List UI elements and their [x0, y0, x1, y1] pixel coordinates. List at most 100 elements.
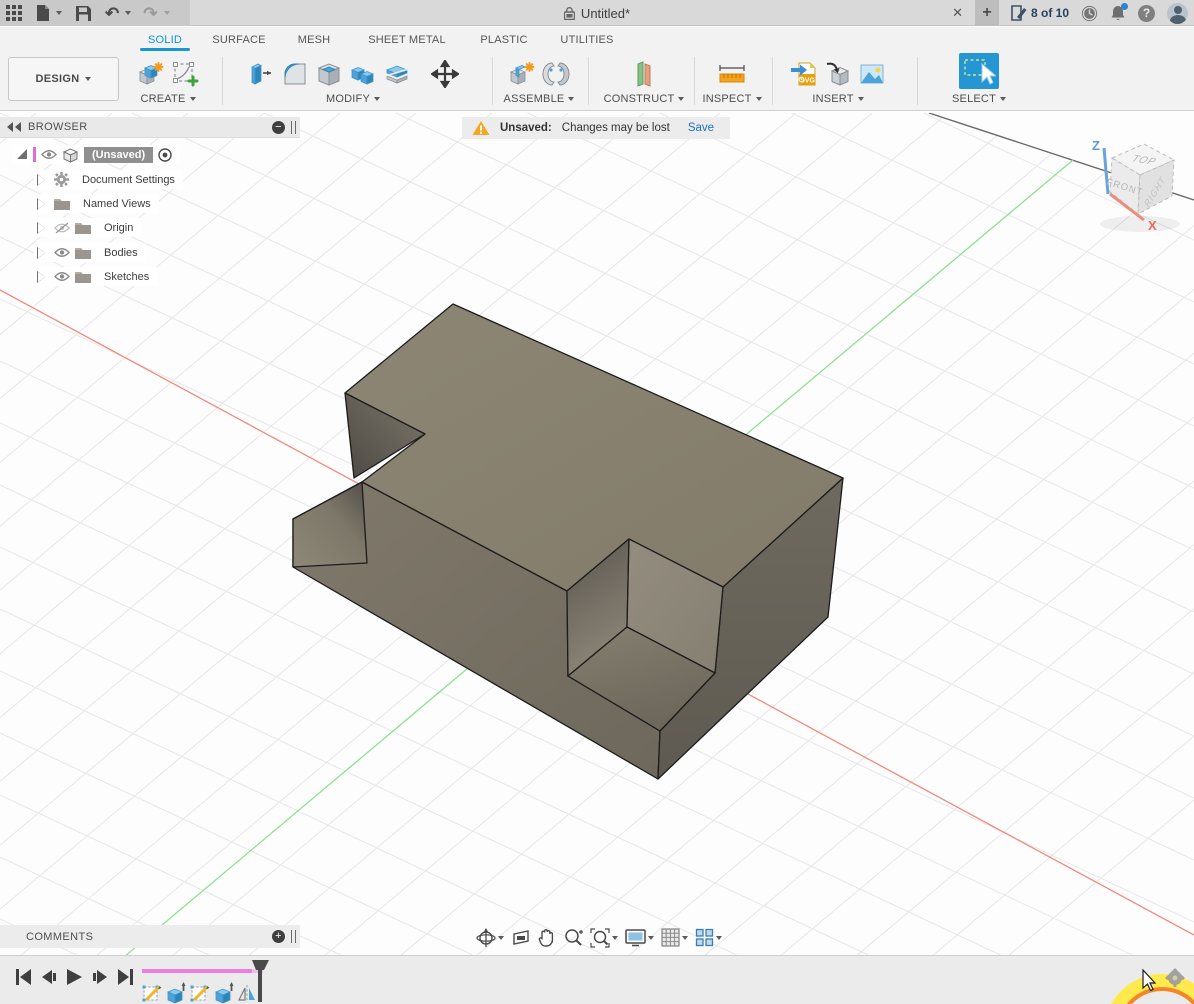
- fillet-icon[interactable]: [280, 59, 310, 89]
- browser-item-origin[interactable]: Origin: [34, 218, 141, 237]
- skip-to-start-icon[interactable]: [16, 969, 31, 985]
- collapse-panel-icon[interactable]: [6, 122, 22, 132]
- press-pull-icon[interactable]: [246, 59, 276, 89]
- app-grid-icon[interactable]: [6, 2, 22, 24]
- look-at-tool[interactable]: [511, 929, 531, 947]
- browser-item-document-settings[interactable]: Document Settings: [34, 170, 183, 189]
- insert-derive-icon[interactable]: [823, 59, 853, 89]
- fusion360-window: TOP FRONT RIGHT Z X ↶ ↷ Untitled*: [0, 0, 1194, 1004]
- grid-settings[interactable]: [661, 928, 688, 947]
- select-tool-button[interactable]: [959, 53, 999, 89]
- new-body-icon[interactable]: [136, 59, 166, 89]
- 3d-body[interactable]: [293, 304, 843, 779]
- feature-extrude-icon[interactable]: [214, 981, 235, 1004]
- insert-svg-icon[interactable]: SVG: [789, 59, 819, 89]
- skip-to-end-icon[interactable]: [118, 969, 133, 985]
- construct-dropdown[interactable]: CONSTRUCT: [598, 93, 690, 105]
- help-icon[interactable]: ?: [1138, 5, 1155, 22]
- component-cube-icon: [62, 147, 79, 163]
- tab-utilities[interactable]: UTILITIES: [556, 29, 618, 50]
- browser-item-sketches[interactable]: Sketches: [34, 267, 157, 286]
- tab-surface[interactable]: SURFACE: [211, 29, 267, 50]
- timeline-position-marker[interactable]: [251, 959, 271, 1003]
- save-icon[interactable]: [76, 2, 91, 24]
- new-tab-button[interactable]: +: [975, 0, 999, 26]
- view-cube[interactable]: TOP FRONT RIGHT Z X: [1082, 132, 1194, 242]
- collapsed-triangle-icon[interactable]: [38, 175, 45, 185]
- 3d-viewport[interactable]: [0, 113, 1194, 1004]
- modify-dropdown[interactable]: MODIFY: [228, 93, 478, 105]
- tab-mesh[interactable]: MESH: [289, 29, 339, 50]
- create-dropdown[interactable]: CREATE: [128, 93, 208, 105]
- insert-dropdown[interactable]: INSERT: [782, 93, 894, 105]
- tab-plastic[interactable]: PLASTIC: [477, 29, 531, 50]
- step-forward-icon[interactable]: [93, 969, 107, 985]
- activate-radio-icon[interactable]: [158, 148, 172, 162]
- user-avatar[interactable]: [1167, 3, 1188, 24]
- browser-header[interactable]: BROWSER −: [0, 117, 300, 138]
- orbit-caret[interactable]: [498, 936, 504, 940]
- visibility-off-icon[interactable]: [54, 222, 70, 234]
- orbit-tool[interactable]: [476, 928, 504, 948]
- file-menu-caret[interactable]: [56, 11, 62, 15]
- insert-canvas-icon[interactable]: [857, 59, 887, 89]
- visibility-eye-icon[interactable]: [41, 149, 57, 160]
- add-comment-icon[interactable]: +: [272, 930, 285, 943]
- display-caret[interactable]: [648, 936, 654, 940]
- new-component-icon[interactable]: [507, 59, 537, 89]
- fit-caret[interactable]: [612, 936, 618, 940]
- pan-tool[interactable]: [538, 928, 556, 947]
- tab-solid[interactable]: SOLID: [138, 29, 192, 50]
- design-menu-button[interactable]: DESIGN: [8, 57, 119, 101]
- browser-item-named-views[interactable]: Named Views: [34, 194, 159, 213]
- viewports-caret[interactable]: [716, 936, 722, 940]
- comments-panel-header[interactable]: COMMENTS +: [0, 925, 300, 948]
- feature-sketch-icon[interactable]: [190, 981, 211, 1004]
- expand-triangle-icon[interactable]: [16, 149, 28, 160]
- close-tab-icon[interactable]: ✕: [952, 5, 963, 21]
- assemble-dropdown[interactable]: ASSEMBLE: [500, 93, 578, 105]
- browser-item-bodies[interactable]: Bodies: [34, 243, 146, 262]
- construct-plane-icon[interactable]: [629, 59, 659, 89]
- browser-root-row[interactable]: (Unsaved): [12, 145, 180, 164]
- viewports[interactable]: [695, 928, 722, 947]
- grid-caret[interactable]: [682, 936, 688, 940]
- notifications[interactable]: [1110, 5, 1126, 22]
- play-icon[interactable]: [67, 969, 82, 985]
- create-sketch-icon[interactable]: [170, 59, 200, 89]
- zoom-tool[interactable]: [563, 928, 583, 948]
- timeline-playback-controls: [16, 969, 133, 985]
- feature-extrude-icon[interactable]: [166, 981, 187, 1004]
- warning-message: Changes may be lost: [562, 122, 670, 134]
- select-dropdown[interactable]: SELECT: [945, 93, 1013, 105]
- browser-remove-icon[interactable]: −: [272, 121, 285, 134]
- file-menu-icon[interactable]: [36, 2, 50, 24]
- root-component-name[interactable]: (Unsaved): [84, 147, 153, 163]
- document-position[interactable]: 8 of 10: [1011, 5, 1069, 21]
- collapsed-triangle-icon[interactable]: [38, 199, 45, 209]
- undo-caret[interactable]: [125, 11, 131, 15]
- joint-icon[interactable]: [541, 59, 571, 89]
- combine-icon[interactable]: [348, 59, 378, 89]
- browser-resize-handle[interactable]: [291, 121, 296, 134]
- save-link[interactable]: Save: [688, 122, 714, 134]
- feature-sketch-icon[interactable]: [142, 981, 163, 1004]
- display-settings[interactable]: [625, 928, 654, 947]
- shell-icon[interactable]: [314, 59, 344, 89]
- step-back-icon[interactable]: [42, 969, 56, 985]
- comments-resize-handle[interactable]: [291, 930, 296, 943]
- visibility-eye-icon[interactable]: [54, 271, 70, 282]
- measure-icon[interactable]: [717, 59, 747, 89]
- collapsed-triangle-icon[interactable]: [38, 272, 45, 282]
- visibility-eye-icon[interactable]: [54, 247, 70, 258]
- job-status-icon[interactable]: [1081, 5, 1098, 22]
- split-body-icon[interactable]: [382, 59, 412, 89]
- inspect-dropdown[interactable]: INSPECT: [700, 93, 764, 105]
- inspect-label: INSPECT: [702, 93, 751, 105]
- undo-icon[interactable]: ↶: [105, 2, 119, 24]
- fit-tool[interactable]: [590, 928, 618, 948]
- collapsed-triangle-icon[interactable]: [38, 223, 45, 233]
- tab-sheet-metal[interactable]: SHEET METAL: [368, 29, 446, 50]
- collapsed-triangle-icon[interactable]: [38, 248, 45, 258]
- move-copy-icon[interactable]: [430, 59, 460, 89]
